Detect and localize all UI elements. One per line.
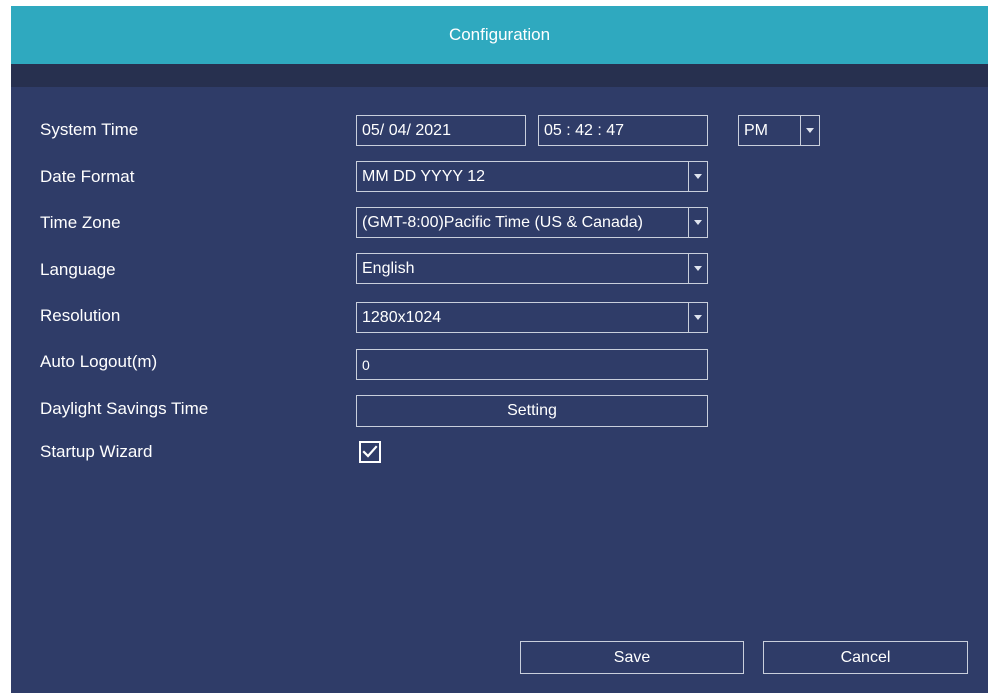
ampm-select[interactable]: PM: [738, 115, 820, 146]
resolution-value: 1280x1024: [362, 308, 442, 326]
system-time-input[interactable]: 05 : 42 : 47: [538, 115, 708, 146]
date-format-value: MM DD YYYY 12: [362, 167, 486, 185]
chevron-down-icon[interactable]: [688, 303, 707, 332]
sub-header-bar: [11, 64, 988, 87]
system-time-value: 05 : 42 : 47: [544, 121, 625, 139]
chevron-down-icon[interactable]: [688, 254, 707, 283]
daylight-savings-label: Daylight Savings Time: [40, 399, 209, 418]
cancel-button-label: Cancel: [840, 648, 891, 666]
daylight-setting-button-label: Setting: [507, 402, 557, 419]
cancel-button[interactable]: Cancel: [763, 641, 968, 674]
time-zone-label: Time Zone: [40, 213, 121, 232]
checkmark-icon: [362, 445, 378, 458]
time-zone-select[interactable]: (GMT-8:00)Pacific Time (US & Canada): [356, 207, 708, 238]
title-bar: Configuration: [11, 6, 988, 64]
ampm-value: PM: [744, 121, 768, 139]
daylight-setting-button[interactable]: Setting: [356, 395, 708, 427]
system-date-value: 05/ 04/ 2021: [362, 121, 451, 139]
window-title: Configuration: [448, 25, 551, 44]
save-button-label: Save: [613, 648, 651, 666]
system-date-input[interactable]: 05/ 04/ 2021: [356, 115, 526, 146]
system-time-label: System Time: [40, 120, 139, 139]
chevron-down-icon[interactable]: [688, 208, 707, 237]
language-select[interactable]: English: [356, 253, 708, 284]
save-button[interactable]: Save: [520, 641, 744, 674]
chevron-down-icon[interactable]: [800, 116, 819, 145]
resolution-label: Resolution: [40, 306, 121, 325]
chevron-down-icon[interactable]: [688, 162, 707, 191]
auto-logout-value: 0: [362, 356, 370, 373]
startup-wizard-checkbox[interactable]: [359, 441, 381, 463]
auto-logout-input[interactable]: 0: [356, 349, 708, 380]
date-format-select[interactable]: MM DD YYYY 12: [356, 161, 708, 192]
language-value: English: [362, 259, 415, 277]
date-format-label: Date Format: [40, 167, 135, 186]
resolution-select[interactable]: 1280x1024: [356, 302, 708, 333]
startup-wizard-label: Startup Wizard: [40, 442, 153, 461]
configuration-window: Configuration System Time 05/ 04/ 2021 0…: [11, 6, 988, 693]
auto-logout-label: Auto Logout(m): [40, 352, 158, 371]
time-zone-value: (GMT-8:00)Pacific Time (US & Canada): [362, 213, 643, 231]
language-label: Language: [40, 260, 116, 279]
